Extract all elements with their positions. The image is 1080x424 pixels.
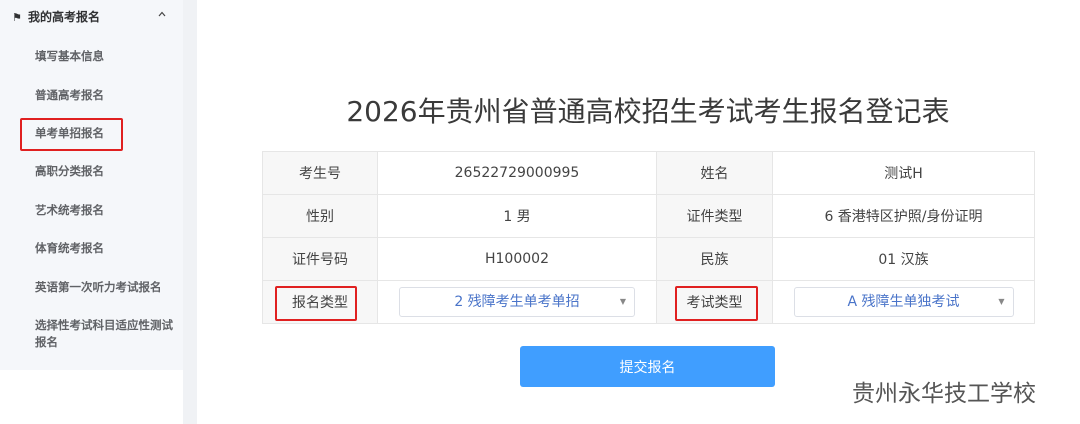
dropdown-arrow-icon: ▼ [619,297,626,306]
sidebar: ⚑ 我的高考报名 填写基本信息 普通高考报名 单考单招报名 高职分类报名 艺术统考… [0,0,183,370]
sidebar-item-english-listening[interactable]: 英语第一次听力考试报名 [35,279,175,296]
value-ethnicity: 01 汉族 [772,237,1035,281]
sidebar-divider [183,0,197,424]
exam-type-value: A 残障生单独考试 [847,294,960,310]
table-row: 考生号 26522729000995 姓名 测试H [262,151,1035,195]
submit-button[interactable]: 提交报名 [520,346,775,387]
label-name: 姓名 [656,151,773,195]
value-id-type: 6 香港特区护照/身份证明 [772,194,1035,238]
page-title: 2026年贵州省普通高校招生考试考生报名登记表 [346,95,950,128]
flask-icon: ⚑ [12,11,22,24]
value-name: 测试H [772,151,1035,195]
sidebar-item-general-exam[interactable]: 普通高考报名 [35,87,175,104]
sidebar-group-label: 我的高考报名 [28,10,101,24]
table-row: 证件号码 H100002 民族 01 汉族 [262,237,1035,281]
label-exam-number: 考生号 [262,151,378,195]
sidebar-item-basic-info[interactable]: 填写基本信息 [35,48,175,65]
highlight-box [20,118,123,151]
value-exam-number: 26522729000995 [377,151,657,195]
table-row: 报名类型 2 残障考生单考单招 ▼ 考试类型 A 残障生单独考试 ▼ [262,280,1035,324]
sidebar-item-art[interactable]: 艺术统考报名 [35,202,175,219]
sidebar-item-vocational[interactable]: 高职分类报名 [35,163,175,180]
highlight-box [275,286,357,321]
value-gender: 1 男 [377,194,657,238]
registration-form: 考生号 26522729000995 姓名 测试H 性别 1 男 证件类型 6 … [262,151,1035,324]
sidebar-item-sports[interactable]: 体育统考报名 [35,240,175,257]
registration-type-cell: 2 残障考生单考单招 ▼ [377,280,657,324]
sidebar-item-adaptive-test[interactable]: 选择性考试科目适应性测试报名 [35,317,175,351]
label-ethnicity: 民族 [656,237,773,281]
registration-type-select[interactable]: 2 残障考生单考单招 ▼ [399,287,635,317]
label-id-type: 证件类型 [656,194,773,238]
label-id-number: 证件号码 [262,237,378,281]
highlight-box [675,286,758,321]
registration-type-value: 2 残障考生单考单招 [454,294,580,310]
watermark: 贵州永华技工学校 [852,381,1036,407]
value-id-number: H100002 [377,237,657,281]
sidebar-footer [0,370,183,424]
exam-type-select[interactable]: A 残障生单独考试 ▼ [793,287,1014,317]
exam-type-cell: A 残障生单独考试 ▼ [772,280,1035,324]
table-row: 性别 1 男 证件类型 6 香港特区护照/身份证明 [262,194,1035,238]
chevron-up-icon[interactable] [158,10,166,18]
label-gender: 性别 [262,194,378,238]
sidebar-group-header[interactable]: ⚑ 我的高考报名 [12,8,172,28]
dropdown-arrow-icon: ▼ [998,297,1005,306]
